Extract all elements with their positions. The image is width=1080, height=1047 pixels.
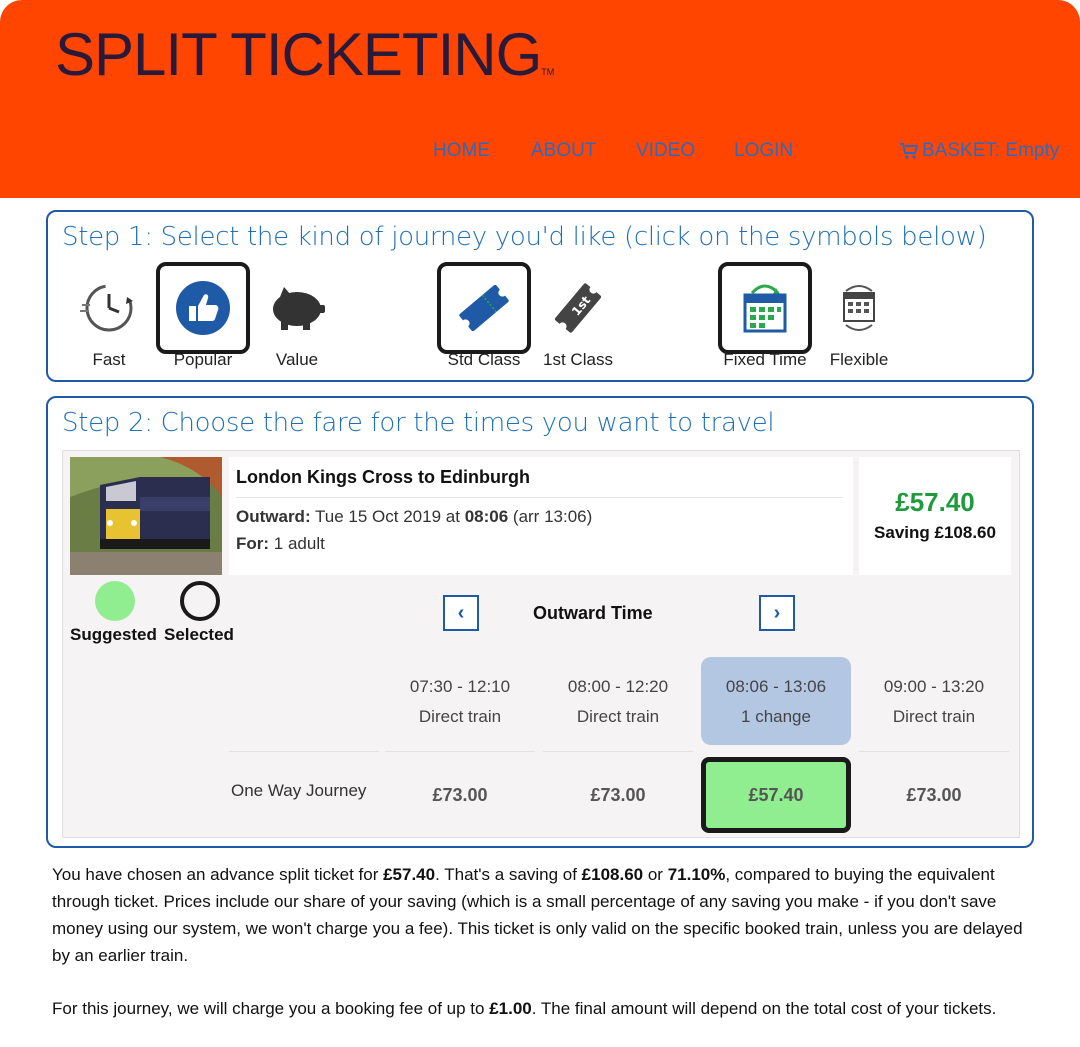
fare-cell[interactable]: £73.00 — [385, 757, 535, 833]
text: . The final amount will depend on the to… — [531, 999, 997, 1018]
logo[interactable]: SPLIT TICKETINGTM — [55, 20, 554, 89]
suggested-legend-dot — [95, 581, 135, 621]
next-time-button[interactable]: › — [759, 595, 795, 631]
time-option-selected[interactable]: 08:06 - 13:06 1 change — [701, 657, 851, 745]
time-range: 08:00 - 12:20 — [567, 677, 669, 696]
prev-time-button[interactable]: ‹ — [443, 595, 479, 631]
nav-login-link[interactable]: LOGIN — [734, 140, 793, 162]
outward-time-heading: Outward Time — [533, 603, 653, 623]
divider — [859, 751, 1009, 752]
step2-title: Step 2: Choose the fare for the times yo… — [62, 408, 775, 438]
time-option[interactable]: 07:30 - 12:10 Direct train — [385, 657, 535, 745]
total-price: £57.40 — [895, 487, 975, 517]
cart-icon — [900, 143, 918, 159]
first-class-ticket-icon: 1st — [554, 283, 602, 333]
divider — [229, 751, 379, 752]
option-fixed-time[interactable] — [718, 262, 812, 354]
time-range: 08:06 - 13:06 — [725, 677, 827, 696]
thumbs-up-icon — [176, 281, 230, 335]
ticket-icon — [459, 284, 509, 332]
time-range: 09:00 - 13:20 — [883, 677, 985, 696]
selected-legend-label: Selected — [164, 625, 234, 644]
chevron-left-icon: ‹ — [457, 601, 465, 624]
saving-amount: Saving £108.60 — [874, 523, 996, 542]
outward-time: 08:06 — [464, 507, 509, 526]
site-header: SPLIT TICKETINGTM HOME ABOUT VIDEO LOGIN… — [0, 0, 1080, 198]
text: or — [643, 865, 668, 884]
calendar-icon — [743, 284, 787, 333]
option-value[interactable] — [250, 262, 344, 354]
price-value: £57.40 — [383, 865, 436, 884]
basket-label: BASKET: Empty — [922, 140, 1060, 161]
nav-about-link[interactable]: ABOUT — [531, 140, 596, 162]
outward-label: Outward: — [236, 507, 311, 526]
step1-panel: Step 1: Select the kind of journey you'd… — [46, 210, 1034, 382]
option-popular[interactable] — [156, 262, 250, 354]
option-flexible[interactable] — [812, 262, 906, 354]
train-type: 1 change — [741, 707, 811, 726]
train-image — [70, 457, 222, 575]
fare-selector: London Kings Cross to Edinburgh Outward:… — [62, 450, 1020, 838]
train-type: Direct train — [892, 707, 976, 726]
suggested-legend-label: Suggested — [70, 625, 157, 644]
outward-info: Outward: Tue 15 Oct 2019 at 08:06 (arr 1… — [236, 507, 592, 527]
step2-panel: Step 2: Choose the fare for the times yo… — [46, 396, 1034, 848]
time-range: 07:30 - 12:10 — [409, 677, 511, 696]
for-value: 1 adult — [273, 534, 325, 553]
booking-fee-value: £1.00 — [489, 999, 532, 1018]
text: You have chosen an advance split ticket … — [52, 865, 384, 884]
journey-summary: London Kings Cross to Edinburgh Outward:… — [229, 457, 853, 575]
saving-value: £108.60 — [581, 865, 644, 884]
fare-cell[interactable]: £73.00 — [859, 757, 1009, 833]
price-summary: £57.40 Saving £108.60 — [859, 457, 1011, 575]
step1-title: Step 1: Select the kind of journey you'd… — [62, 222, 987, 252]
train-type: Direct train — [576, 707, 660, 726]
piggy-bank-icon — [273, 287, 325, 330]
train-type: Direct train — [418, 707, 502, 726]
option-fast[interactable] — [62, 262, 156, 354]
fare-cell-selected[interactable]: £57.40 — [701, 757, 851, 833]
nav-video-link[interactable]: VIDEO — [636, 140, 695, 162]
fare-cell[interactable]: £73.00 — [543, 757, 693, 833]
option-first-class[interactable]: 1st — [531, 262, 625, 354]
time-option[interactable]: 09:00 - 13:20 Direct train — [859, 657, 1009, 745]
option-first-class-label: 1st Class — [543, 350, 613, 369]
text: For this journey, we will charge you a b… — [52, 999, 490, 1018]
option-value-label: Value — [275, 350, 319, 369]
booking-fee-note: For this journey, we will charge you a b… — [52, 995, 1032, 1022]
divider — [385, 751, 535, 752]
option-std-class[interactable] — [437, 262, 531, 354]
selected-legend-dot — [180, 581, 220, 621]
chevron-right-icon: › — [773, 601, 781, 624]
option-flexible-label: Flexible — [829, 350, 889, 369]
outward-date: Tue 15 Oct 2019 at — [315, 507, 460, 526]
divider — [236, 497, 843, 498]
logo-trademark: TM — [541, 67, 555, 77]
text: . That's a saving of — [435, 865, 582, 884]
saving-percent: 71.10% — [667, 865, 726, 884]
for-label: For: — [236, 534, 270, 553]
divider — [543, 751, 693, 752]
basket-link[interactable]: BASKET: Empty — [900, 140, 1059, 162]
nav-home-link[interactable]: HOME — [433, 140, 490, 162]
flexible-calendar-icon — [843, 285, 875, 331]
fare-row-label: One Way Journey — [231, 781, 367, 800]
time-option[interactable]: 08:00 - 12:20 Direct train — [543, 657, 693, 745]
passenger-info: For: 1 adult — [236, 534, 325, 554]
logo-text: SPLIT TICKETING — [55, 21, 542, 88]
outward-arrival: (arr 13:06) — [512, 507, 593, 526]
ticket-explanation: You have chosen an advance split ticket … — [52, 861, 1032, 969]
journey-title: London Kings Cross to Edinburgh — [236, 467, 530, 487]
clock-icon — [80, 284, 133, 332]
